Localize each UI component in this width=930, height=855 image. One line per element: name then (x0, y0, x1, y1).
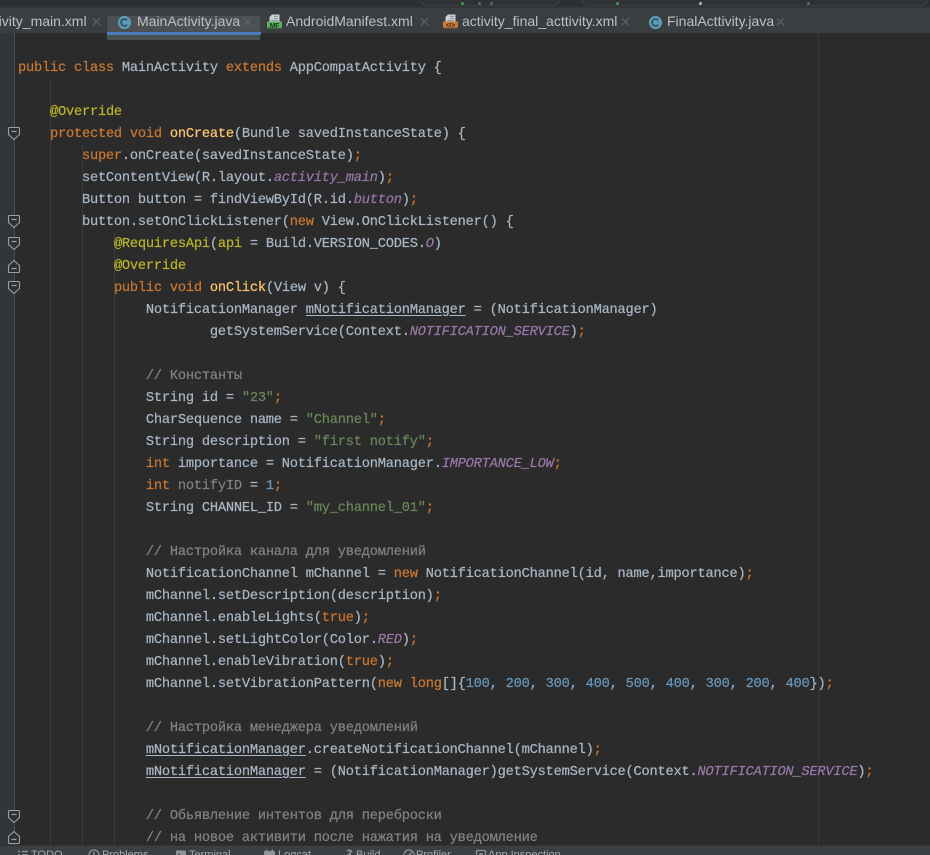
svg-text:MF: MF (270, 22, 280, 29)
svg-text:</>: </> (446, 22, 456, 29)
